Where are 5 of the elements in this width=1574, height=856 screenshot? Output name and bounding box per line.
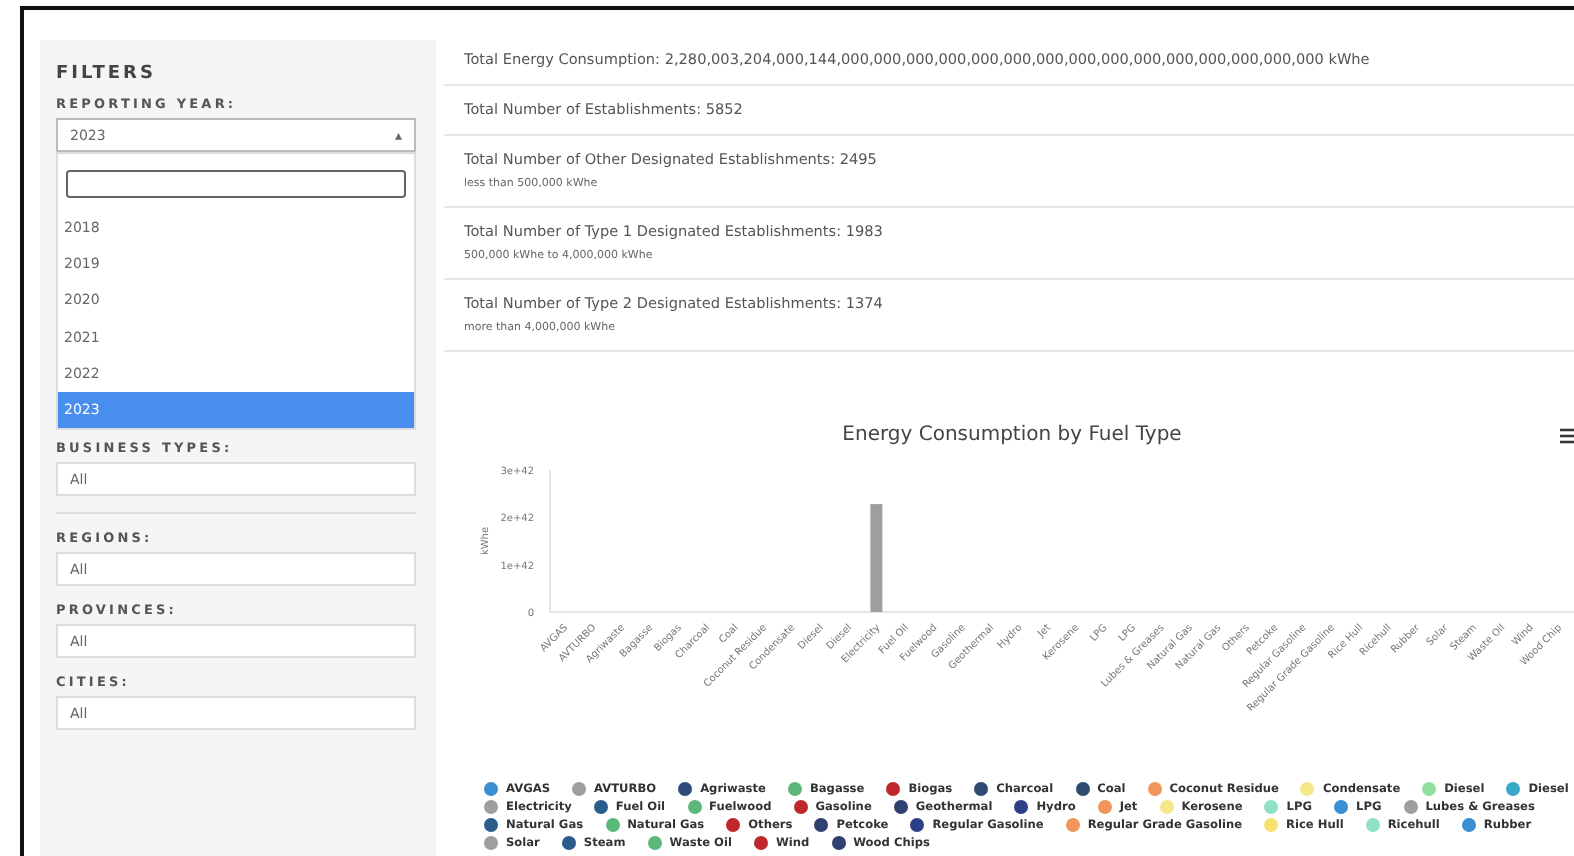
menu-icon[interactable] xyxy=(1560,427,1574,443)
search-field[interactable] xyxy=(66,170,406,198)
chart-title: Energy Consumption by Fuel Type xyxy=(840,424,1184,446)
bar xyxy=(870,504,883,612)
filters-title: FILTERS xyxy=(56,64,158,84)
